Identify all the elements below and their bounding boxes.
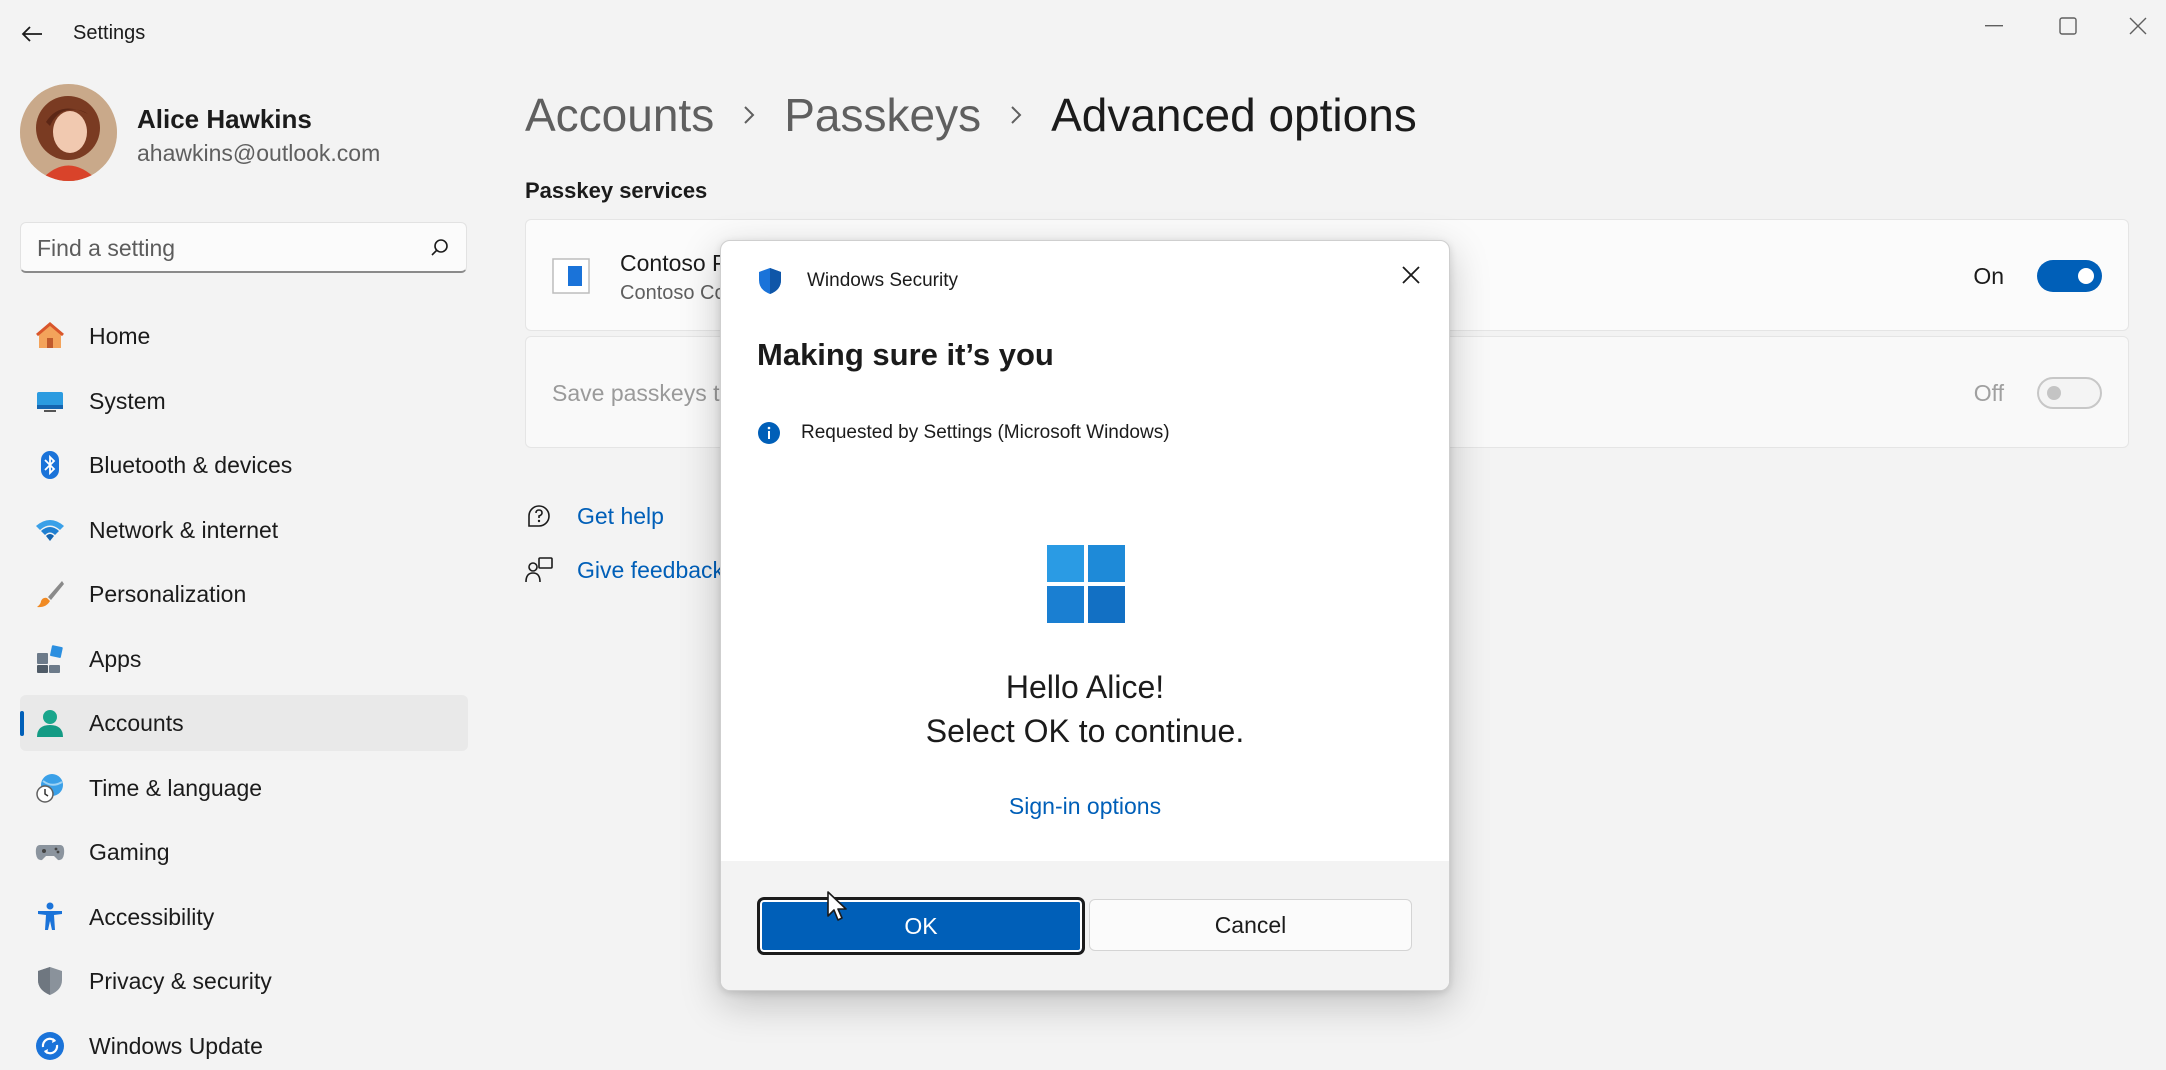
- apps-icon: [37, 644, 63, 673]
- windows-security-shield-icon: [759, 268, 781, 294]
- windows-logo-icon: [1047, 545, 1125, 623]
- sidebar-item-label: Accessibility: [89, 903, 215, 930]
- service-toggle[interactable]: [2037, 260, 2102, 292]
- maximize-button[interactable]: [2036, 6, 2100, 46]
- sidebar-item-label: Gaming: [89, 839, 170, 865]
- sidebar-item-gaming[interactable]: Gaming: [20, 824, 468, 880]
- save-passkeys-toggle[interactable]: [2037, 377, 2102, 409]
- accounts-icon: [37, 710, 63, 737]
- app-window-icon: [552, 258, 590, 294]
- brush-icon: [37, 581, 64, 608]
- sidebar-item-home[interactable]: Home: [20, 308, 468, 364]
- dialog-heading: Making sure it’s you: [757, 337, 1054, 372]
- info-icon: [758, 422, 780, 444]
- search-icon[interactable]: [428, 236, 452, 260]
- home-icon: [36, 322, 64, 348]
- get-help-link[interactable]: Get help: [525, 502, 664, 530]
- wifi-icon: [36, 519, 64, 541]
- requested-by-text: Requested by Settings (Microsoft Windows…: [801, 422, 1170, 443]
- title-bar: Settings: [0, 0, 2166, 68]
- sidebar-item-accounts[interactable]: Accounts: [20, 695, 468, 751]
- feedback-icon: [525, 557, 553, 583]
- search-box[interactable]: [20, 222, 467, 273]
- get-help-text: Get help: [577, 502, 664, 529]
- dialog-footer: OK Cancel: [721, 861, 1449, 990]
- mouse-cursor-icon: [827, 891, 847, 921]
- sidebar-item-label: Home: [89, 323, 151, 349]
- chevron-right-icon: [1009, 104, 1023, 126]
- time-language-icon: [36, 773, 63, 803]
- avatar: [20, 84, 117, 181]
- breadcrumb-passkeys[interactable]: Passkeys: [784, 88, 981, 142]
- sidebar-item-time-language[interactable]: Time & language: [20, 760, 468, 816]
- sidebar-item-privacy-security[interactable]: Privacy & security: [20, 953, 468, 1009]
- save-passkeys-label: Save passkeys to: [552, 380, 733, 406]
- sidebar-item-label: Windows Update: [89, 1032, 263, 1059]
- sidebar-item-label: Bluetooth & devices: [89, 452, 293, 478]
- user-profile[interactable]: Alice Hawkins ahawkins@outlook.com: [20, 84, 490, 184]
- sidebar-item-windows-update[interactable]: Windows Update: [20, 1018, 468, 1070]
- service-title: Contoso P: [620, 250, 728, 276]
- hello-message: Hello Alice!: [1005, 669, 1165, 705]
- system-icon: [37, 391, 63, 412]
- app-title: Settings: [73, 22, 146, 44]
- dialog-app-title: Windows Security: [807, 270, 958, 291]
- sidebar-item-apps[interactable]: Apps: [20, 631, 468, 687]
- ok-button[interactable]: OK: [757, 897, 1085, 955]
- sidebar-item-network[interactable]: Network & internet: [20, 502, 468, 558]
- windows-security-dialog: Windows Security Making sure it’s you Re…: [720, 240, 1450, 991]
- sidebar-item-label: Personalization: [89, 581, 247, 607]
- minimize-button[interactable]: [1962, 6, 2026, 46]
- sidebar-item-label: Network & internet: [89, 516, 279, 543]
- search-input[interactable]: [37, 233, 417, 263]
- profile-email: ahawkins@outlook.com: [137, 140, 381, 166]
- breadcrumb-accounts[interactable]: Accounts: [525, 88, 714, 142]
- close-icon: [1402, 266, 1420, 284]
- close-icon: [2129, 17, 2147, 35]
- profile-name: Alice Hawkins: [137, 104, 312, 134]
- sidebar-nav: Home System Bluetooth & devices Network …: [20, 308, 468, 1070]
- sidebar-item-label: Accounts: [89, 710, 184, 736]
- toggle-state-label: On: [1973, 263, 2004, 289]
- dialog-header: Windows Security: [757, 267, 958, 295]
- maximize-icon: [2059, 17, 2077, 35]
- sidebar-item-label: Privacy & security: [89, 968, 272, 994]
- back-arrow-icon: [21, 26, 42, 42]
- update-icon: [36, 1031, 64, 1060]
- instruction-message: Select OK to continue.: [925, 713, 1245, 749]
- close-window-button[interactable]: [2106, 6, 2166, 46]
- page-title: Advanced options: [1051, 89, 1417, 141]
- sidebar-item-label: Apps: [89, 645, 142, 672]
- sign-in-options-link[interactable]: Sign-in options: [721, 793, 1449, 820]
- cancel-button[interactable]: Cancel: [1089, 899, 1412, 951]
- toggle-state-label: Off: [1973, 380, 2004, 406]
- sidebar-item-system[interactable]: System: [20, 373, 468, 429]
- accessibility-icon: [38, 902, 62, 930]
- sidebar-item-label: Time & language: [89, 774, 263, 801]
- help-icon: [528, 505, 550, 527]
- give-feedback-text: Give feedback: [577, 556, 725, 583]
- bluetooth-icon: [41, 451, 59, 479]
- shield-icon: [38, 967, 62, 995]
- back-button[interactable]: [14, 18, 50, 50]
- section-title: Passkey services: [525, 178, 708, 203]
- breadcrumb: Accounts Passkeys Advanced options: [525, 88, 1417, 142]
- chevron-right-icon: [742, 104, 756, 126]
- requested-by-row: Requested by Settings (Microsoft Windows…: [757, 421, 1170, 445]
- minimize-icon: [1985, 25, 2003, 27]
- sidebar-item-bluetooth[interactable]: Bluetooth & devices: [20, 437, 468, 493]
- give-feedback-link[interactable]: Give feedback: [525, 556, 724, 584]
- sidebar-item-personalization[interactable]: Personalization: [20, 566, 468, 622]
- dialog-close-button[interactable]: [1391, 255, 1431, 295]
- sidebar-item-label: System: [89, 387, 166, 414]
- gaming-icon: [35, 845, 65, 861]
- service-subtitle: Contoso Co: [620, 282, 726, 304]
- sidebar-item-accessibility[interactable]: Accessibility: [20, 889, 468, 945]
